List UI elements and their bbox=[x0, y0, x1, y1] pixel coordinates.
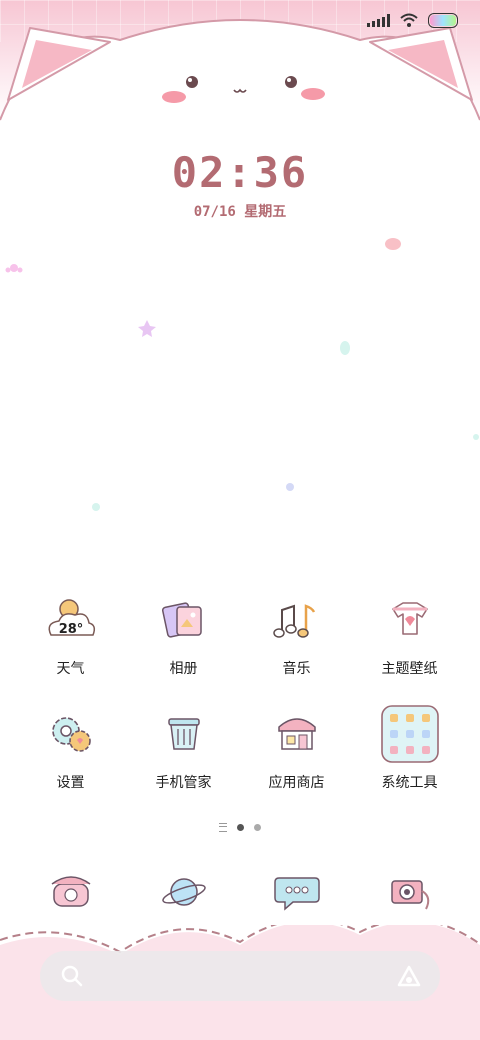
photo-album-icon bbox=[154, 590, 214, 650]
clock-date: 07/16 星期五 bbox=[193, 204, 287, 220]
page-dot bbox=[254, 824, 261, 831]
app-label: 相册 bbox=[169, 661, 198, 677]
message-bubble-icon[interactable] bbox=[267, 862, 327, 922]
app-settings[interactable]: 设置 bbox=[14, 704, 127, 792]
dock bbox=[14, 862, 466, 922]
music-notes-icon bbox=[267, 590, 327, 650]
home-screen: 02:36 07/16 星期五 28° 天气 相册 音乐 主题壁纸 设置 手机管… bbox=[0, 0, 480, 1040]
trash-bin-icon bbox=[154, 704, 214, 764]
app-label: 手机管家 bbox=[155, 775, 212, 791]
app-label: 音乐 bbox=[282, 661, 311, 677]
camera-icon[interactable] bbox=[380, 862, 440, 922]
status-bar bbox=[367, 10, 458, 30]
app-weather[interactable]: 28° 天气 bbox=[14, 590, 127, 678]
search-icon[interactable] bbox=[60, 964, 84, 988]
weather-cloud-icon: 28° bbox=[41, 590, 101, 650]
signal-icon bbox=[367, 13, 390, 27]
battery-icon bbox=[428, 12, 458, 28]
browser-planet-icon[interactable] bbox=[154, 862, 214, 922]
phone-icon[interactable] bbox=[41, 862, 101, 922]
wifi-icon bbox=[400, 13, 418, 27]
app-label: 设置 bbox=[56, 775, 85, 791]
theme-shirt-icon bbox=[380, 590, 440, 650]
app-label: 天气 bbox=[56, 661, 85, 677]
app-album[interactable]: 相册 bbox=[127, 590, 240, 678]
page-indicator[interactable] bbox=[0, 823, 480, 832]
app-theme[interactable]: 主题壁纸 bbox=[353, 590, 466, 678]
tools-folder-icon bbox=[380, 704, 440, 764]
app-label: 系统工具 bbox=[381, 775, 438, 791]
settings-gear-icon bbox=[41, 704, 101, 764]
svg-text:28°: 28° bbox=[58, 622, 83, 637]
page-dot-active bbox=[237, 824, 244, 831]
app-grid: 28° 天气 相册 音乐 主题壁纸 设置 手机管家 应用商店 系统工具 bbox=[14, 590, 466, 792]
app-label: 应用商店 bbox=[268, 775, 325, 791]
search-bar[interactable] bbox=[40, 951, 440, 1001]
app-music[interactable]: 音乐 bbox=[240, 590, 353, 678]
app-label: 主题壁纸 bbox=[381, 661, 438, 677]
app-phone-manager[interactable]: 手机管家 bbox=[127, 704, 240, 792]
page-list-icon bbox=[219, 823, 227, 832]
clock-time: 02:36 bbox=[171, 148, 309, 197]
assistant-icon[interactable] bbox=[396, 964, 422, 988]
sparkle-decorations bbox=[5, 238, 479, 511]
app-store[interactable]: 应用商店 bbox=[240, 704, 353, 792]
app-system-tools[interactable]: 系统工具 bbox=[353, 704, 466, 792]
shop-icon bbox=[267, 704, 327, 764]
